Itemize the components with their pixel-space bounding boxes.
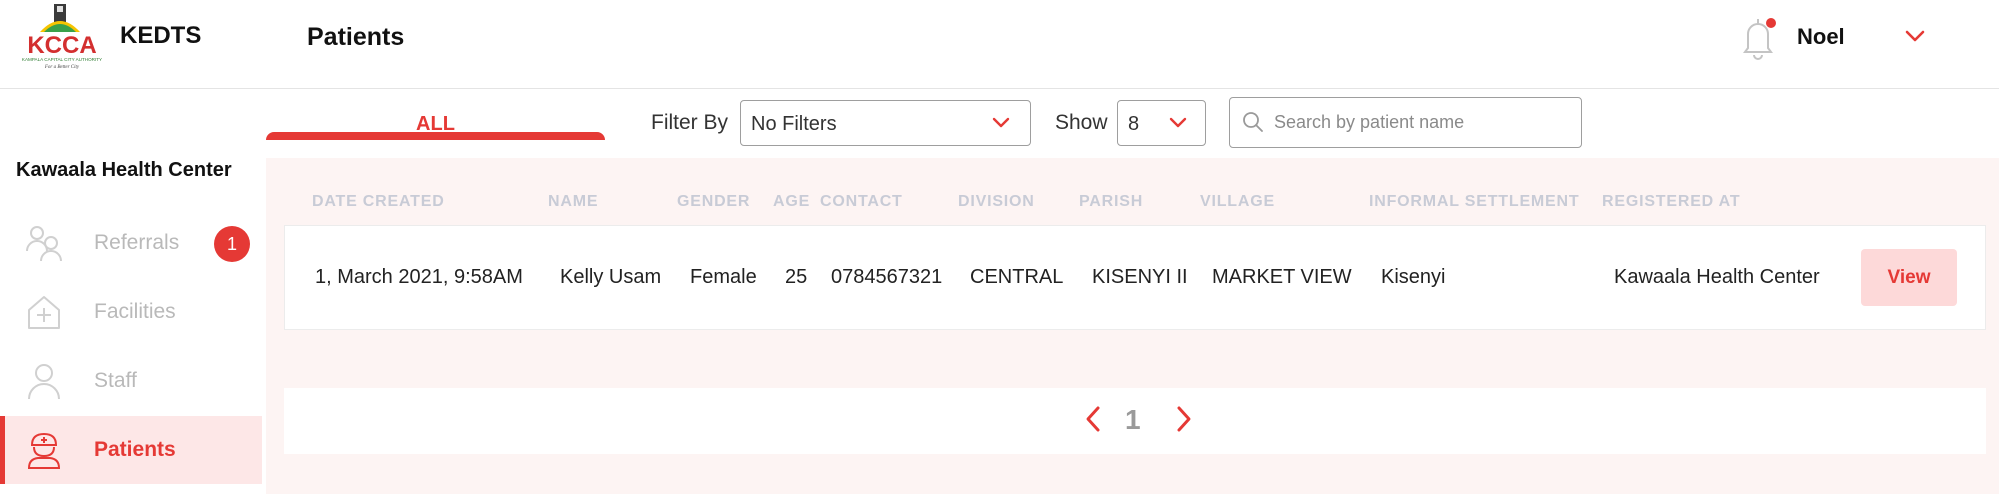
view-patient-button[interactable]: View	[1861, 249, 1957, 306]
chevron-down-icon[interactable]	[1904, 28, 1926, 44]
chevron-right-icon[interactable]	[1174, 405, 1194, 433]
column-header-parish: PARISH	[1079, 193, 1144, 210]
referrals-icon	[24, 223, 64, 263]
cell-age: 25	[785, 266, 808, 288]
logo-subtext: KAMPALA CAPITAL CITY AUTHORITY	[22, 57, 102, 62]
notification-bell-icon[interactable]	[1738, 14, 1778, 60]
cell-informal-settlement: Kisenyi	[1381, 266, 1446, 288]
user-name[interactable]: Noel	[1797, 24, 1845, 50]
facility-icon	[24, 292, 64, 332]
column-header-date-created: DATE CREATED	[312, 193, 445, 210]
column-header-division: DIVISION	[958, 193, 1035, 210]
show-label: Show	[1055, 111, 1108, 134]
search-input[interactable]	[1274, 108, 1574, 136]
facility-name: Kawaala Health Center	[16, 159, 232, 181]
tab-active-indicator	[266, 132, 605, 140]
logo-text: KCCA	[27, 32, 96, 59]
cell-village: MARKET VIEW	[1212, 266, 1352, 288]
chevron-left-icon[interactable]	[1083, 405, 1103, 433]
page-title: Patients	[307, 23, 405, 51]
show-count-select[interactable]: 8	[1117, 100, 1206, 146]
referrals-count-badge: 1	[214, 226, 250, 262]
column-header-name: NAME	[548, 193, 599, 210]
column-header-registered-at: REGISTERED AT	[1602, 193, 1741, 210]
cell-parish: KISENYI II	[1092, 266, 1188, 288]
patient-icon	[24, 430, 64, 470]
sidebar-item-patients[interactable]: Patients	[0, 416, 262, 484]
sidebar-item-facilities[interactable]: Facilities	[0, 278, 262, 346]
sidebar-item-label: Staff	[94, 369, 137, 392]
tab-all[interactable]: ALL	[266, 90, 605, 140]
page-number[interactable]: 1	[1125, 404, 1141, 436]
filter-select-value: No Filters	[751, 113, 837, 135]
filter-select[interactable]: No Filters	[740, 100, 1031, 146]
kcca-logo[interactable]: KCCA KAMPALA CAPITAL CITY AUTHORITY For …	[18, 2, 106, 70]
cell-registered-at: Kawaala Health Center	[1614, 266, 1820, 288]
sidebar-item-staff[interactable]: Staff	[0, 347, 262, 415]
cell-contact: 0784567321	[831, 266, 943, 288]
search-box[interactable]	[1229, 97, 1582, 148]
column-header-age: AGE	[773, 193, 811, 210]
chevron-down-icon	[1168, 116, 1188, 130]
column-header-gender: GENDER	[677, 193, 751, 210]
cell-division: CENTRAL	[970, 266, 1064, 288]
top-header: KCCA KAMPALA CAPITAL CITY AUTHORITY For …	[0, 0, 1999, 89]
cell-name: Kelly Usam	[560, 266, 662, 288]
chevron-down-icon	[991, 116, 1011, 130]
cell-date-created: 1, March 2021, 9:58AM	[315, 266, 523, 288]
sidebar-item-label: Patients	[94, 438, 176, 461]
search-icon	[1242, 111, 1264, 133]
cell-gender: Female	[690, 266, 757, 288]
sidebar-item-label: Referrals	[94, 231, 180, 254]
sidebar-item-label: Facilities	[94, 300, 176, 323]
sidebar-item-referrals[interactable]: Referrals 1	[0, 209, 262, 277]
staff-icon	[24, 361, 64, 401]
sidebar: Kawaala Health Center Referrals 1 Facili…	[0, 89, 262, 494]
column-header-informal-settlement: INFORMAL SETTLEMENT	[1369, 193, 1580, 210]
app-name: KEDTS	[120, 22, 202, 49]
show-count-value: 8	[1128, 113, 1140, 135]
logo-tagline: For a Better City	[44, 65, 80, 70]
column-header-contact: CONTACT	[820, 193, 903, 210]
column-header-village: VILLAGE	[1200, 193, 1275, 210]
filter-by-label: Filter By	[651, 111, 729, 134]
